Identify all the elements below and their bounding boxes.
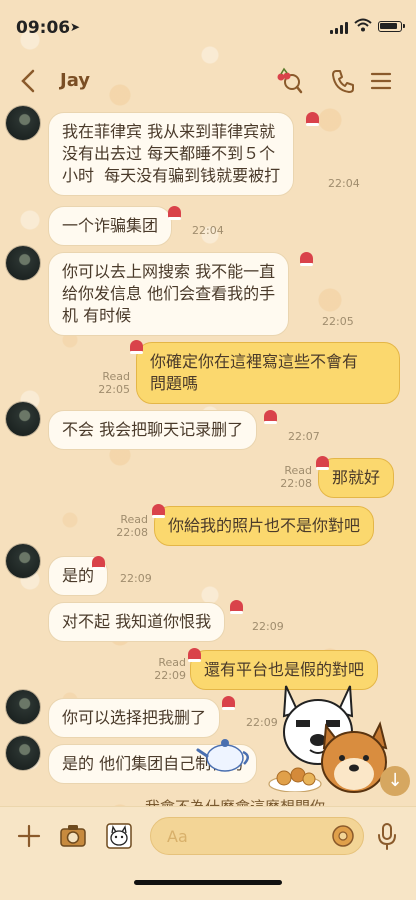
scroll-down-icon[interactable]: ↓: [380, 766, 410, 796]
emoji-icon[interactable]: [331, 824, 355, 848]
santa-hat-icon: [188, 648, 201, 662]
status-time: 09:06: [16, 18, 71, 38]
outgoing-message-bubble[interactable]: 那就好: [318, 458, 395, 498]
message-time: 22:05: [322, 315, 354, 328]
santa-hat-icon: [152, 504, 165, 518]
incoming-message-bubble[interactable]: 你可以选择把我删了: [48, 698, 221, 738]
wifi-icon: [354, 18, 372, 32]
sticker-icon[interactable]: [104, 821, 134, 851]
camera-icon[interactable]: [58, 821, 88, 851]
phone-icon[interactable]: [328, 66, 358, 96]
read-receipt: Read: [102, 370, 130, 383]
back-chevron-icon[interactable]: [14, 66, 44, 96]
teapot-sticker: [196, 739, 249, 772]
shiba-sticker: [321, 721, 388, 793]
message-time: 22:07: [288, 430, 320, 443]
incoming-message-bubble[interactable]: 一个诈骗集团: [48, 206, 173, 246]
incoming-message-bubble[interactable]: 对不起 我知道你恨我: [48, 602, 226, 642]
santa-hat-icon: [230, 600, 243, 614]
status-bar: 09:06 ➤: [0, 0, 416, 56]
chat-header: Jay: [0, 56, 416, 106]
incoming-message-bubble[interactable]: 我在菲律宾 我从来到菲律宾就 没有出去过 每天都睡不到５个 小时 每天没有骗到钱…: [48, 112, 295, 196]
message-field[interactable]: [150, 817, 364, 855]
message-time: 22:05: [98, 383, 130, 396]
message-input-bar: [0, 806, 416, 900]
contact-avatar[interactable]: [6, 736, 40, 770]
santa-hat-icon: [92, 556, 105, 570]
santa-hat-icon: [168, 206, 181, 220]
contact-avatar[interactable]: [6, 690, 40, 724]
message-time: 22:04: [328, 177, 360, 190]
message-input[interactable]: [165, 826, 319, 847]
message-time: 22:09: [154, 669, 186, 682]
message-time: 22:09: [252, 620, 284, 633]
santa-hat-icon: [222, 696, 235, 710]
message-time: 22:08: [280, 477, 312, 490]
read-receipt: Read: [158, 656, 186, 669]
santa-hat-icon: [306, 112, 319, 126]
santa-hat-icon: [300, 252, 313, 266]
mic-icon[interactable]: [376, 821, 398, 851]
santa-hat-icon: [264, 410, 277, 424]
location-arrow-icon: ➤: [70, 20, 81, 34]
cellular-signal-icon: [330, 22, 348, 34]
contact-avatar[interactable]: [6, 106, 40, 140]
incoming-message-bubble[interactable]: 不会 我会把聊天记录删了: [48, 410, 258, 450]
outgoing-message-bubble[interactable]: 你確定你在這裡寫這些不會有 問題嗎: [136, 342, 400, 404]
read-receipt: Read: [284, 464, 312, 477]
menu-icon[interactable]: [366, 66, 396, 96]
incoming-message-bubble[interactable]: 你可以去上网搜索 我不能一直 给你发信息 他们会查看我的手 机 有时候: [48, 252, 290, 336]
message-time: 22:08: [116, 526, 148, 539]
contact-avatar[interactable]: [6, 402, 40, 436]
chat-title[interactable]: Jay: [60, 70, 90, 91]
santa-hat-icon: [130, 340, 143, 354]
home-indicator[interactable]: [134, 880, 282, 885]
santa-hat-icon: [316, 456, 329, 470]
search-icon[interactable]: [274, 66, 304, 96]
chat-screen: 09:06 ➤ Jay 我在菲律宾 我从来到菲律宾就 没有出去过 每天都睡不到５…: [0, 0, 416, 900]
message-time: 22:09: [246, 716, 278, 729]
message-time: 22:09: [120, 572, 152, 585]
outgoing-message-bubble[interactable]: 你給我的照片也不是你對吧: [154, 506, 375, 546]
battery-icon: [378, 21, 405, 32]
contact-avatar[interactable]: [6, 544, 40, 578]
contact-avatar[interactable]: [6, 246, 40, 280]
message-time: 22:04: [192, 224, 224, 237]
read-receipt: Read: [120, 513, 148, 526]
plus-icon[interactable]: [14, 821, 44, 851]
